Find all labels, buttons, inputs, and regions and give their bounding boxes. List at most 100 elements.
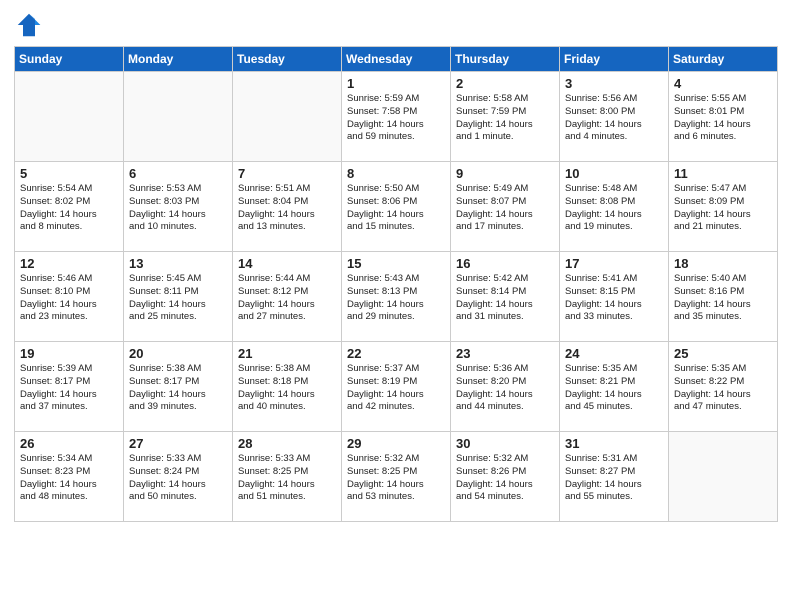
cell-line: Daylight: 14 hours — [674, 299, 772, 312]
calendar-cell: 14Sunrise: 5:44 AMSunset: 8:12 PMDayligh… — [233, 252, 342, 342]
day-number: 11 — [674, 166, 772, 181]
calendar-cell: 31Sunrise: 5:31 AMSunset: 8:27 PMDayligh… — [560, 432, 669, 522]
cell-line: and 10 minutes. — [129, 221, 227, 234]
cell-line: and 44 minutes. — [456, 401, 554, 414]
cell-line: Daylight: 14 hours — [674, 389, 772, 402]
calendar-cell: 22Sunrise: 5:37 AMSunset: 8:19 PMDayligh… — [342, 342, 451, 432]
cell-line: and 35 minutes. — [674, 311, 772, 324]
cell-line: Sunset: 8:21 PM — [565, 376, 663, 389]
calendar-cell: 26Sunrise: 5:34 AMSunset: 8:23 PMDayligh… — [15, 432, 124, 522]
cell-line: Sunset: 8:13 PM — [347, 286, 445, 299]
cell-line: Sunset: 8:12 PM — [238, 286, 336, 299]
cell-line: Sunrise: 5:42 AM — [456, 273, 554, 286]
cell-line: Sunrise: 5:49 AM — [456, 183, 554, 196]
day-number: 24 — [565, 346, 663, 361]
cell-line: and 29 minutes. — [347, 311, 445, 324]
cell-line: Sunrise: 5:43 AM — [347, 273, 445, 286]
calendar-header-row: SundayMondayTuesdayWednesdayThursdayFrid… — [15, 47, 778, 72]
cell-line: Daylight: 14 hours — [565, 299, 663, 312]
logo-icon — [14, 10, 44, 40]
cell-line: Sunset: 8:02 PM — [20, 196, 118, 209]
cell-line: and 53 minutes. — [347, 491, 445, 504]
cell-line: and 21 minutes. — [674, 221, 772, 234]
day-number: 28 — [238, 436, 336, 451]
cell-line: Daylight: 14 hours — [129, 299, 227, 312]
calendar-cell: 28Sunrise: 5:33 AMSunset: 8:25 PMDayligh… — [233, 432, 342, 522]
page: SundayMondayTuesdayWednesdayThursdayFrid… — [0, 0, 792, 612]
cell-line: Sunset: 8:04 PM — [238, 196, 336, 209]
day-number: 31 — [565, 436, 663, 451]
cell-line: Sunset: 7:59 PM — [456, 106, 554, 119]
calendar-day-header: Wednesday — [342, 47, 451, 72]
cell-line: Sunrise: 5:36 AM — [456, 363, 554, 376]
day-number: 25 — [674, 346, 772, 361]
cell-line: Sunset: 8:19 PM — [347, 376, 445, 389]
cell-line: Daylight: 14 hours — [129, 479, 227, 492]
cell-line: Daylight: 14 hours — [456, 479, 554, 492]
cell-line: Sunrise: 5:35 AM — [674, 363, 772, 376]
cell-line: Sunrise: 5:50 AM — [347, 183, 445, 196]
calendar-cell: 1Sunrise: 5:59 AMSunset: 7:58 PMDaylight… — [342, 72, 451, 162]
day-number: 17 — [565, 256, 663, 271]
calendar-cell: 27Sunrise: 5:33 AMSunset: 8:24 PMDayligh… — [124, 432, 233, 522]
calendar-week-row: 5Sunrise: 5:54 AMSunset: 8:02 PMDaylight… — [15, 162, 778, 252]
day-number: 20 — [129, 346, 227, 361]
cell-line: Daylight: 14 hours — [347, 389, 445, 402]
calendar-cell: 3Sunrise: 5:56 AMSunset: 8:00 PMDaylight… — [560, 72, 669, 162]
day-number: 13 — [129, 256, 227, 271]
cell-line: Daylight: 14 hours — [20, 389, 118, 402]
cell-line: Sunset: 8:03 PM — [129, 196, 227, 209]
calendar-cell: 2Sunrise: 5:58 AMSunset: 7:59 PMDaylight… — [451, 72, 560, 162]
cell-line: Sunset: 8:06 PM — [347, 196, 445, 209]
cell-line: Sunset: 8:27 PM — [565, 466, 663, 479]
cell-line: and 40 minutes. — [238, 401, 336, 414]
cell-line: Sunset: 8:14 PM — [456, 286, 554, 299]
calendar-cell: 30Sunrise: 5:32 AMSunset: 8:26 PMDayligh… — [451, 432, 560, 522]
cell-line: Sunset: 8:10 PM — [20, 286, 118, 299]
day-number: 27 — [129, 436, 227, 451]
cell-line: Sunrise: 5:54 AM — [20, 183, 118, 196]
cell-line: Daylight: 14 hours — [238, 389, 336, 402]
cell-line: Sunrise: 5:46 AM — [20, 273, 118, 286]
cell-line: Daylight: 14 hours — [238, 209, 336, 222]
day-number: 23 — [456, 346, 554, 361]
cell-line: Daylight: 14 hours — [565, 209, 663, 222]
cell-line: and 51 minutes. — [238, 491, 336, 504]
cell-line: Sunrise: 5:38 AM — [129, 363, 227, 376]
cell-line: Daylight: 14 hours — [456, 299, 554, 312]
calendar-week-row: 26Sunrise: 5:34 AMSunset: 8:23 PMDayligh… — [15, 432, 778, 522]
calendar-cell: 29Sunrise: 5:32 AMSunset: 8:25 PMDayligh… — [342, 432, 451, 522]
cell-line: Sunset: 8:16 PM — [674, 286, 772, 299]
cell-line: Sunrise: 5:41 AM — [565, 273, 663, 286]
cell-line: Sunrise: 5:53 AM — [129, 183, 227, 196]
day-number: 8 — [347, 166, 445, 181]
calendar-cell: 13Sunrise: 5:45 AMSunset: 8:11 PMDayligh… — [124, 252, 233, 342]
cell-line: and 15 minutes. — [347, 221, 445, 234]
day-number: 2 — [456, 76, 554, 91]
calendar-day-header: Saturday — [669, 47, 778, 72]
cell-line: Daylight: 14 hours — [347, 209, 445, 222]
calendar-cell: 10Sunrise: 5:48 AMSunset: 8:08 PMDayligh… — [560, 162, 669, 252]
cell-line: Sunrise: 5:48 AM — [565, 183, 663, 196]
cell-line: Sunrise: 5:39 AM — [20, 363, 118, 376]
day-number: 10 — [565, 166, 663, 181]
calendar-cell: 9Sunrise: 5:49 AMSunset: 8:07 PMDaylight… — [451, 162, 560, 252]
cell-line: Sunrise: 5:59 AM — [347, 93, 445, 106]
cell-line: and 47 minutes. — [674, 401, 772, 414]
day-number: 29 — [347, 436, 445, 451]
cell-line: Sunset: 8:18 PM — [238, 376, 336, 389]
cell-line: and 42 minutes. — [347, 401, 445, 414]
cell-line: Daylight: 14 hours — [129, 389, 227, 402]
day-number: 26 — [20, 436, 118, 451]
cell-line: Sunset: 8:00 PM — [565, 106, 663, 119]
calendar-cell: 21Sunrise: 5:38 AMSunset: 8:18 PMDayligh… — [233, 342, 342, 432]
calendar-cell: 4Sunrise: 5:55 AMSunset: 8:01 PMDaylight… — [669, 72, 778, 162]
cell-line: and 31 minutes. — [456, 311, 554, 324]
cell-line: Daylight: 14 hours — [347, 299, 445, 312]
day-number: 7 — [238, 166, 336, 181]
logo — [14, 10, 48, 40]
cell-line: Daylight: 14 hours — [565, 389, 663, 402]
day-number: 16 — [456, 256, 554, 271]
cell-line: and 19 minutes. — [565, 221, 663, 234]
calendar-day-header: Friday — [560, 47, 669, 72]
